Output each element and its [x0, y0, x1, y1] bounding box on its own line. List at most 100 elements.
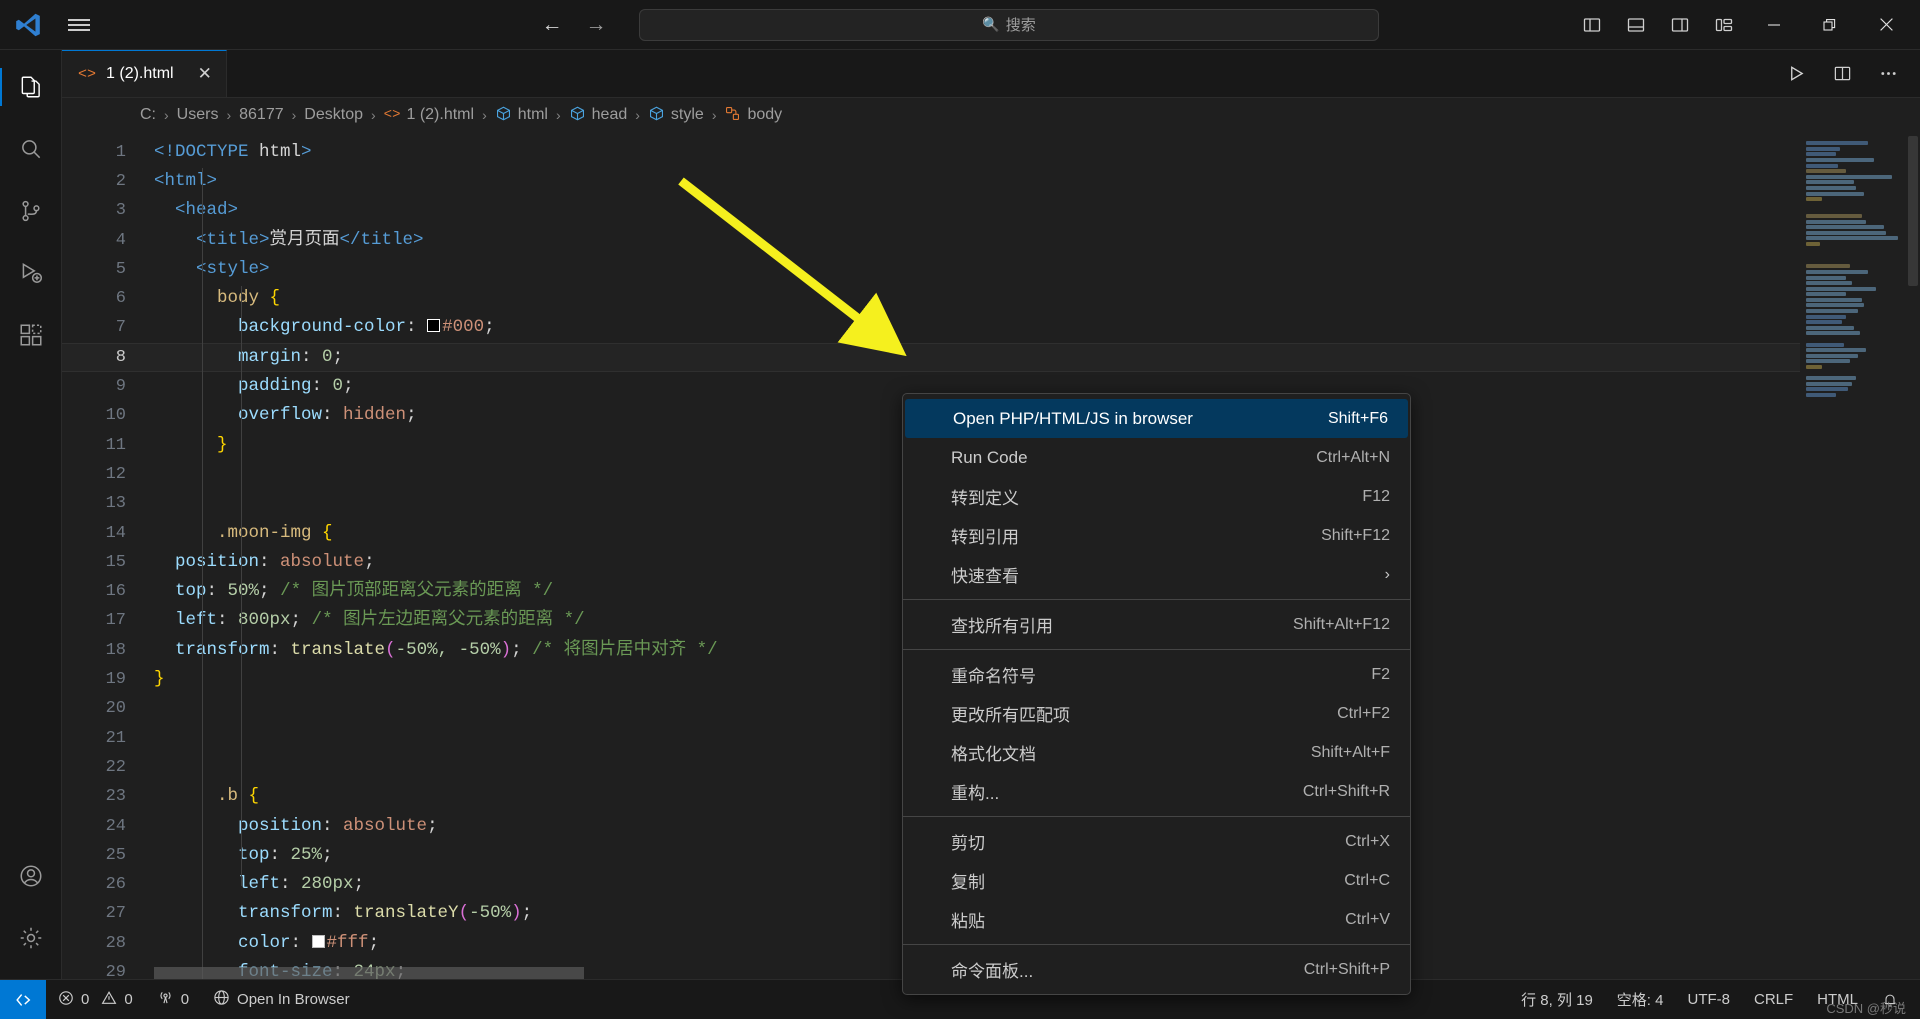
code-line[interactable]: 7 background-color: #000; [62, 313, 1800, 342]
breadcrumb-label: head [591, 105, 628, 123]
account-icon[interactable] [0, 845, 62, 907]
problems-status[interactable]: 0 0 [46, 980, 145, 1019]
encoding-status[interactable]: UTF-8 [1675, 980, 1742, 1019]
code-token: background-color [154, 317, 407, 338]
breadcrumb-item-users[interactable]: Users [177, 106, 219, 124]
line-text: <html> [154, 167, 1800, 196]
breadcrumb-item-desktop[interactable]: Desktop [304, 106, 363, 124]
code-token: margin [154, 346, 302, 367]
code-token: <title> [154, 229, 270, 250]
sidebar-item-explorer[interactable] [0, 56, 62, 118]
tab-label: 1 (2).html [106, 65, 174, 82]
eol-status[interactable]: CRLF [1742, 980, 1805, 1019]
context-menu-item[interactable]: 剪切 Ctrl+X [903, 822, 1410, 861]
context-menu-item[interactable]: 格式化文档 Shift+Alt+F [903, 733, 1410, 772]
search-input[interactable]: 🔍 搜索 [639, 8, 1379, 41]
context-menu-item[interactable]: 快速查看 › [903, 555, 1410, 594]
code-line[interactable]: 8 margin: 0; [62, 342, 1800, 373]
breadcrumb-item-head[interactable]: head [569, 105, 628, 124]
breadcrumb-item-body[interactable]: body [724, 105, 782, 124]
remote-window-icon[interactable] [0, 979, 46, 1019]
sidebar-item-search[interactable] [0, 118, 62, 180]
error-circle-icon [58, 990, 74, 1010]
warning-triangle-icon [101, 990, 117, 1010]
code-line[interactable]: 1 <!DOCTYPE html> [62, 138, 1800, 167]
horizontal-scrollbar[interactable] [154, 967, 584, 979]
context-menu-separator [903, 816, 1410, 817]
tab-1-2-html[interactable]: <> 1 (2).html ✕ [62, 50, 227, 97]
code-token: 280px [301, 874, 354, 895]
code-line[interactable]: 6 body { [62, 284, 1800, 313]
code-token: ) [511, 903, 522, 924]
context-menu-item[interactable]: 粘贴 Ctrl+V [903, 900, 1410, 939]
close-icon[interactable]: ✕ [198, 64, 212, 84]
line-number: 25 [105, 845, 126, 865]
watermark-text: CSDN @秒说 [1826, 1001, 1906, 1016]
code-line[interactable]: 2 <html> [62, 167, 1800, 196]
context-menu-item-shortcut: F12 [1362, 487, 1390, 505]
context-menu-item[interactable]: 重构... Ctrl+Shift+R [903, 772, 1410, 811]
breadcrumb-item-1-2-html[interactable]: <> 1 (2).html [384, 106, 474, 124]
arrow-left-icon[interactable]: ← [541, 14, 563, 36]
html-file-icon: <> [78, 65, 97, 83]
code-token: ; [511, 639, 533, 660]
code-token: : [259, 551, 281, 572]
code-line[interactable]: 5 <style> [62, 255, 1800, 284]
context-menu-item[interactable]: 更改所有匹配项 Ctrl+F2 [903, 694, 1410, 733]
breadcrumb-separator: › [711, 106, 717, 123]
open-in-browser-button[interactable]: Open In Browser [201, 980, 362, 1019]
code-token: -50% [469, 903, 512, 924]
code-line[interactable]: 3 <head> [62, 196, 1800, 225]
line-number: 14 [105, 523, 126, 543]
breadcrumb-item-style[interactable]: style [648, 105, 704, 124]
ellipsis-icon[interactable] [1868, 50, 1908, 98]
search-icon: 🔍 [982, 16, 1000, 32]
workbench-body: <> 1 (2).html ✕ C:›Users›86177›Des [0, 50, 1920, 995]
sidebar-item-source-control[interactable] [0, 180, 62, 242]
play-icon[interactable] [1776, 50, 1816, 98]
sidebar-item-run-and-debug[interactable] [0, 242, 62, 304]
line-text: <!DOCTYPE html> [154, 138, 1800, 167]
minimap-line [1806, 186, 1856, 191]
context-menu-item[interactable]: Open PHP/HTML/JS in browser Shift+F6 [905, 399, 1408, 438]
minimap-line [1806, 213, 1862, 218]
code-token: ( [458, 903, 470, 924]
sidebar-item-extensions[interactable] [0, 304, 62, 366]
context-menu-item[interactable]: 复制 Ctrl+C [903, 861, 1410, 900]
indentation-status[interactable]: 空格: 4 [1605, 980, 1676, 1019]
code-token: 50% [227, 581, 260, 602]
code-token: <!DOCTYPE [154, 141, 260, 162]
editor-context-menu[interactable]: Open PHP/HTML/JS in browser Shift+F6 Run C… [902, 393, 1411, 995]
context-menu-item[interactable]: 转到引用 Shift+F12 [903, 516, 1410, 555]
line-text: <style> [154, 255, 1800, 284]
cursor-position[interactable]: 行 8, 列 19 [1509, 980, 1605, 1019]
breadcrumb-item-86177[interactable]: 86177 [239, 106, 284, 124]
context-menu-item-label: Open PHP/HTML/JS in browser [953, 408, 1193, 428]
gear-icon[interactable] [0, 907, 62, 969]
code-line[interactable]: 4 <title>赏月页面</title> [62, 226, 1800, 255]
context-menu-item[interactable]: 命令面板... Ctrl+Shift+P [903, 950, 1410, 989]
code-token: </title> [339, 229, 424, 250]
title-bar-center: ← → 🔍 搜索 [0, 8, 1920, 41]
ports-status[interactable]: 0 [145, 980, 201, 1019]
minimap-line [1806, 359, 1850, 364]
code-token: : [311, 376, 333, 397]
context-menu-item-shortcut: Ctrl+C [1344, 871, 1390, 889]
line-number: 22 [105, 757, 126, 777]
code-token: ) [500, 639, 512, 660]
context-menu-item[interactable]: 转到定义 F12 [903, 477, 1410, 516]
breadcrumb-separator: › [371, 106, 376, 123]
context-menu-item[interactable]: 重命名符号 F2 [903, 655, 1410, 694]
split-editor-icon[interactable] [1822, 50, 1862, 98]
minimap-line [1806, 392, 1836, 397]
breadcrumb-item-html[interactable]: html [495, 105, 548, 124]
code-token: ; [427, 815, 438, 836]
context-menu-item[interactable]: 查找所有引用 Shift+Alt+F12 [903, 605, 1410, 644]
breadcrumb-item-c-[interactable]: C: [140, 106, 156, 124]
minimap[interactable] [1800, 131, 1920, 979]
minimap-slider[interactable] [1908, 135, 1918, 286]
context-menu-item[interactable]: Run Code Ctrl+Alt+N [903, 438, 1410, 477]
minimap-line [1806, 191, 1864, 196]
code-token: } [154, 669, 165, 690]
arrow-right-icon[interactable]: → [585, 14, 607, 36]
